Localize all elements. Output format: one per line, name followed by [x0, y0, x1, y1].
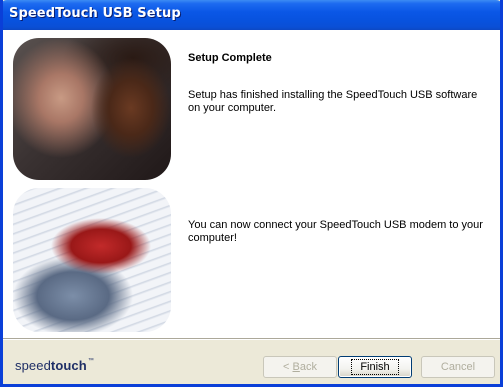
back-button[interactable]: < Back: [263, 356, 337, 378]
footer-divider: [3, 338, 500, 340]
connect-modem-text: You can now connect your SpeedTouch USB …: [188, 219, 483, 244]
bottom-photo: [13, 188, 171, 332]
setup-window: SpeedTouch USB Setup Setup Complete Setu…: [0, 0, 503, 387]
back-hotkey: B: [292, 361, 300, 373]
speedtouch-logo: speedtouch™: [15, 358, 94, 373]
logo-light-text: speed: [15, 358, 51, 373]
install-finished-text: Setup has finished installing the SpeedT…: [188, 89, 478, 114]
cancel-button[interactable]: Cancel: [421, 356, 495, 378]
logo-trademark: ™: [87, 358, 94, 364]
page-title: Setup Complete: [188, 52, 272, 64]
finish-label: Finish: [351, 359, 399, 375]
cancel-label: Cancel: [440, 361, 476, 373]
finish-button[interactable]: Finish: [338, 356, 412, 378]
logo-bold-text: touch: [50, 358, 87, 373]
window-title: SpeedTouch USB Setup: [9, 6, 181, 21]
back-label-rest: ack: [299, 361, 317, 373]
title-bar[interactable]: SpeedTouch USB Setup: [3, 0, 500, 30]
back-prefix: <: [283, 361, 293, 373]
top-photo: [13, 38, 171, 180]
content-area: Setup Complete Setup has finished instal…: [3, 30, 500, 338]
